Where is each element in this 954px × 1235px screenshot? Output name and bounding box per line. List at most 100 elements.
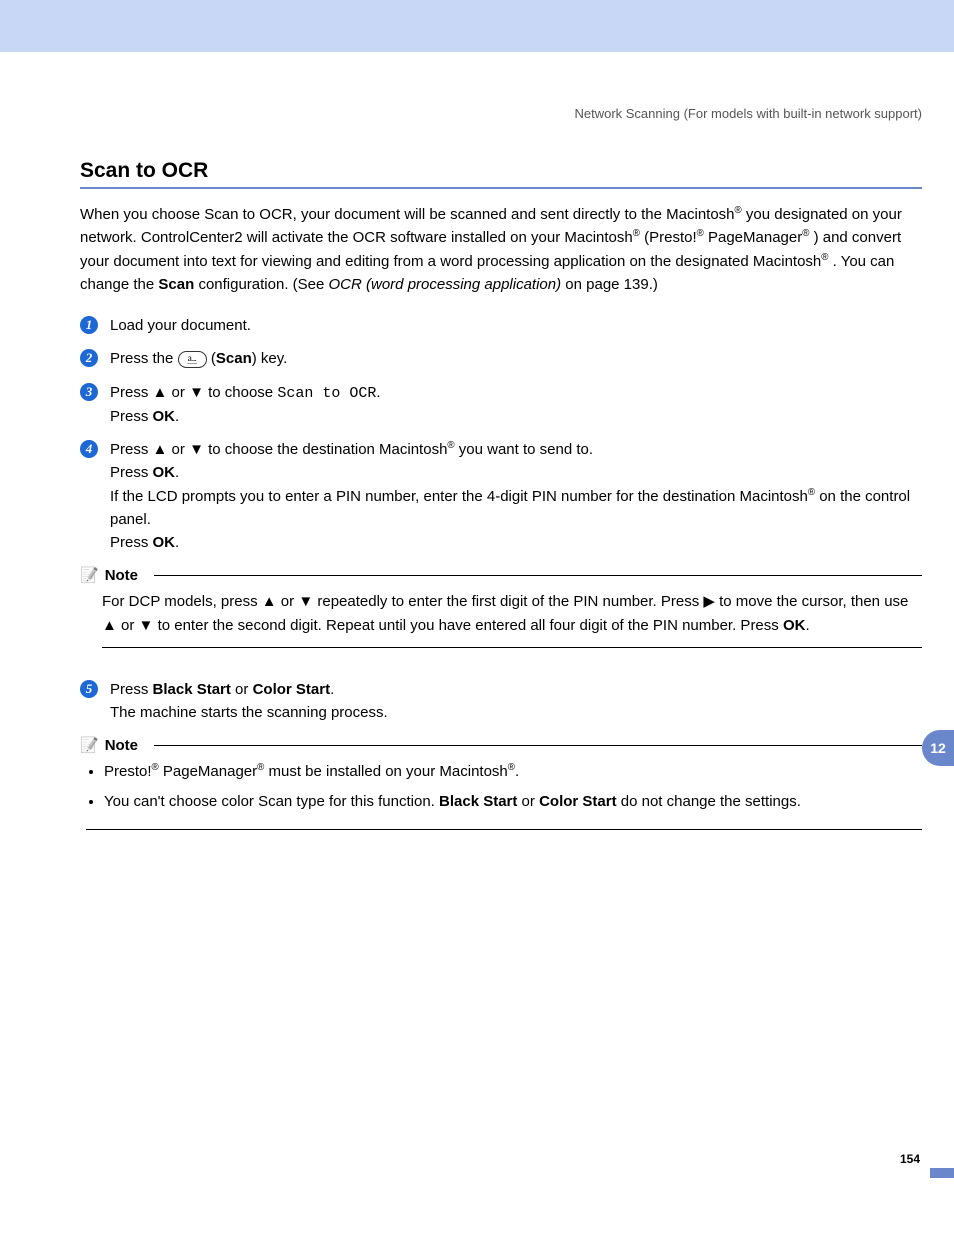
chapter-tab: 12: [922, 730, 954, 766]
text: Press: [110, 384, 153, 401]
note-block: Note For DCP models, press ▲ or ▼ repeat…: [80, 566, 922, 648]
up-arrow-icon: ▲: [262, 593, 277, 610]
text: You can't choose color Scan type for thi…: [104, 793, 439, 810]
reg-mark: ®: [152, 762, 159, 773]
note-body: Presto!® PageManager® must be installed …: [86, 760, 922, 830]
step-text: Press ▲ or ▼ to choose the destination M…: [110, 438, 922, 554]
list-item: You can't choose color Scan type for thi…: [104, 790, 922, 813]
intro-text: configuration. (See: [198, 276, 328, 293]
text: .: [175, 464, 179, 481]
text: you want to send to.: [455, 441, 593, 458]
intro-text: on page 139.): [565, 276, 658, 293]
step-4: 4 Press ▲ or ▼ to choose the destination…: [80, 438, 922, 554]
bold: OK: [153, 408, 176, 425]
text: to choose: [204, 384, 277, 401]
reg-mark: ®: [821, 252, 828, 263]
text: to choose the destination Macintosh: [204, 441, 448, 458]
intro-text: PageManager: [708, 229, 802, 246]
text: .: [376, 384, 380, 401]
bold: OK: [783, 617, 806, 634]
up-arrow-icon: ▲: [153, 441, 168, 458]
note-header: Note: [80, 566, 922, 584]
text: .: [515, 763, 519, 780]
text: to enter the second digit. Repeat until …: [153, 617, 783, 634]
step-number-icon: 5: [80, 680, 98, 698]
text: Press: [110, 408, 153, 425]
step-5: 5 Press Black Start or Color Start. The …: [80, 678, 922, 725]
note-body: For DCP models, press ▲ or ▼ repeatedly …: [102, 590, 922, 648]
text: or: [167, 441, 189, 458]
intro-paragraph: When you choose Scan to OCR, your docume…: [80, 203, 922, 296]
step-text: Press the (Scan) key.: [110, 347, 287, 370]
down-arrow-icon: ▼: [298, 593, 313, 610]
intro-link[interactable]: OCR (word processing application): [329, 276, 562, 293]
reg-mark: ®: [633, 228, 640, 239]
text: Press: [110, 441, 153, 458]
step-number-icon: 3: [80, 383, 98, 401]
note-icon: [80, 566, 99, 584]
reg-mark: ®: [508, 762, 515, 773]
down-arrow-icon: ▼: [189, 441, 204, 458]
text: do not change the settings.: [617, 793, 801, 810]
step-2: 2 Press the (Scan) key.: [80, 347, 922, 370]
note-title: Note: [105, 567, 138, 584]
top-banner: [0, 0, 954, 52]
step-number-icon: 1: [80, 316, 98, 334]
step-text: Press ▲ or ▼ to choose Scan to OCR. Pres…: [110, 381, 381, 429]
note-block: 12 Note Presto!® PageManager® must be in…: [80, 736, 922, 830]
text: Presto!: [104, 763, 152, 780]
step-number-icon: 2: [80, 349, 98, 367]
reg-mark: ®: [802, 228, 809, 239]
chapter-number: 12: [930, 740, 946, 756]
text: .: [175, 534, 179, 551]
mono-text: Scan to OCR: [277, 385, 376, 402]
step-1: 1 Load your document.: [80, 314, 922, 337]
bold: OK: [153, 464, 176, 481]
text: Press: [110, 464, 153, 481]
down-arrow-icon: ▼: [139, 617, 154, 634]
text: For DCP models, press: [102, 593, 262, 610]
text: or: [231, 681, 253, 698]
text: PageManager: [159, 763, 257, 780]
intro-bold: Scan: [158, 276, 194, 293]
text: .: [175, 408, 179, 425]
reg-mark: ®: [735, 205, 742, 216]
note-title: Note: [105, 737, 138, 754]
up-arrow-icon: ▲: [153, 384, 168, 401]
step-3: 3 Press ▲ or ▼ to choose Scan to OCR. Pr…: [80, 381, 922, 429]
step-number-icon: 4: [80, 440, 98, 458]
divider: [154, 745, 922, 746]
page-title: Scan to OCR: [80, 159, 922, 189]
right-arrow-icon: ▶: [703, 593, 715, 610]
intro-text: (Presto!: [644, 229, 697, 246]
text: .: [330, 681, 334, 698]
text: to move the cursor, then use: [715, 593, 908, 610]
text: or: [167, 384, 189, 401]
text: must be installed on your Macintosh: [264, 763, 507, 780]
bold: Black Start: [439, 793, 517, 810]
intro-text: When you choose Scan to OCR, your docume…: [80, 206, 735, 223]
text: Press the: [110, 350, 178, 367]
reg-mark: ®: [447, 440, 454, 451]
reg-mark: ®: [697, 228, 704, 239]
step-text: Load your document.: [110, 314, 251, 337]
corner-accent: [930, 1168, 954, 1178]
text: ) key.: [252, 350, 288, 367]
page-number: 154: [900, 1152, 920, 1166]
bold: Scan: [216, 350, 252, 367]
step-text: Press Black Start or Color Start. The ma…: [110, 678, 388, 725]
scan-key-icon: [178, 351, 207, 368]
text: or: [277, 593, 299, 610]
note-header: Note: [80, 736, 922, 754]
bold: Black Start: [153, 681, 231, 698]
text: Press: [110, 681, 153, 698]
bold: Color Start: [253, 681, 331, 698]
note-icon: [80, 736, 99, 754]
text: or: [517, 793, 539, 810]
text: The machine starts the scanning process.: [110, 704, 388, 721]
down-arrow-icon: ▼: [189, 384, 204, 401]
text: .: [805, 617, 809, 634]
bold: OK: [153, 534, 176, 551]
reg-mark: ®: [808, 487, 815, 498]
text: Press: [110, 534, 153, 551]
